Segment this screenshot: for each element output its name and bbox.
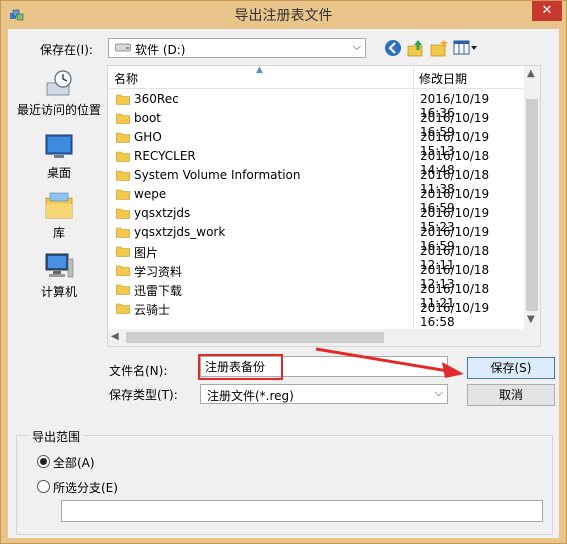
chevron-down-icon: ⌵ [352,40,361,53]
places-bar: 最近访问的位置 桌面 库 计算机 [12,65,106,331]
radio-all-label: 全部(A) [53,456,95,470]
scroll-left-icon[interactable]: ◀ [111,331,119,342]
file-name: boot [134,111,162,125]
folder-icon [116,151,130,162]
list-item[interactable]: GHO 2016/10/19 15:13 [108,128,526,158]
radio-all[interactable]: 全部(A) [37,454,95,471]
file-name: 360Rec [134,92,179,106]
drive-icon [115,43,131,52]
scroll-down-icon[interactable]: ▼ [527,314,535,325]
list-item[interactable]: yqsxtzjds 2016/10/19 15:23 [108,204,526,234]
list-item[interactable]: boot 2016/10/19 16:59 [108,109,526,139]
scroll-corner [524,329,540,346]
file-date: 2016/10/19 16:58 [420,301,490,329]
place-desktop[interactable]: 桌面 [12,132,106,181]
filetype-value: 注册文件(*.reg) [207,389,294,403]
file-rows: 360Rec 2016/10/19 16:36 boot 2016/10/19 16:… [108,90,526,329]
file-name: 图片 [134,246,159,260]
folder-icon [116,227,130,238]
save-in-dropdown[interactable]: 软件 (D:) ⌵ [108,38,366,58]
title-bar[interactable]: 导出注册表文件 ✕ [1,1,566,29]
list-item[interactable]: RECYCLER 2016/10/18 14:48 [108,147,526,177]
list-item[interactable]: 360Rec 2016/10/19 16:36 [108,90,526,120]
radio-branch-button[interactable] [37,480,50,493]
list-item[interactable]: wepe 2016/10/19 16:59 [108,185,526,215]
folder-icon [116,284,130,295]
folder-icon [116,189,130,200]
list-header: ▲ 名称 修改日期 [108,65,526,89]
back-icon[interactable] [383,38,403,58]
vertical-scrollbar[interactable]: ▲ ▼ [524,66,540,330]
list-item[interactable]: 云骑士 2016/10/19 16:58 [108,299,526,329]
file-name: 学习资料 [134,265,183,279]
folder-icon [116,94,130,105]
list-item[interactable]: 学习资料 2016/10/18 12:13 [108,261,526,291]
list-item[interactable]: 图片 2016/10/18 12:11 [108,242,526,272]
column-date-header[interactable]: 修改日期 [419,70,467,87]
highlight-box [198,354,283,380]
dialog-body: 保存在(I): 软件 (D:) ⌵ 最近访问的位置 桌面 库 计算机 ▲ 名称 … [8,29,559,538]
file-name: GHO [134,130,162,144]
radio-branch-label: 所选分支(E) [53,481,118,495]
folder-icon [116,265,130,276]
file-name: wepe [134,187,167,201]
radio-branch[interactable]: 所选分支(E) [37,479,118,496]
horizontal-scroll-thumb[interactable] [126,332,384,343]
scroll-up-icon[interactable]: ▲ [527,68,535,79]
list-item[interactable]: System Volume Information 2016/10/18 11:3… [108,166,526,196]
save-in-value: 软件 (D:) [135,43,186,57]
place-label: 库 [52,226,65,240]
desktop-icon [45,134,73,158]
place-label: 桌面 [46,166,71,180]
place-computer[interactable]: 计算机 [12,251,106,300]
close-button[interactable]: ✕ [532,1,562,21]
place-label: 最近访问的位置 [16,103,101,117]
place-label: 计算机 [40,285,77,299]
file-name: 云骑士 [134,303,171,317]
file-name: RECYCLER [134,149,196,163]
red-arrow-icon [315,347,464,378]
export-registry-dialog: 导出注册表文件 ✕ 保存在(I): 软件 (D:) ⌵ 最近访问的位置 桌面 库… [0,0,567,544]
column-name-header[interactable]: 名称 [114,70,138,87]
place-recent[interactable]: 最近访问的位置 [12,69,106,118]
up-folder-icon[interactable] [406,38,426,58]
folder-icon [116,170,130,181]
sort-ascending-icon: ▲ [256,65,263,75]
folder-icon [116,246,130,257]
export-range-group: 导出范围 全部(A) 所选分支(E) [16,428,553,535]
place-libraries[interactable]: 库 [12,190,106,241]
folder-icon [116,132,130,143]
filename-label: 文件名(N): [109,364,168,378]
branch-input[interactable] [61,500,543,522]
file-list: ▲ 名称 修改日期 360Rec 2016/10/19 16:36 boot 2016… [107,65,541,347]
window-title: 导出注册表文件 [234,8,333,24]
export-range-title: 导出范围 [29,428,84,445]
list-item[interactable]: yqsxtzjds_work 2016/10/19 16:59 [108,223,526,253]
list-item[interactable]: 迅雷下载 2016/10/18 11:21 [108,280,526,310]
file-name: yqsxtzjds_work [134,225,226,239]
save-button[interactable]: 保存(S) [467,357,555,379]
file-name: System Volume Information [134,168,301,182]
recent-places-icon [46,70,72,96]
computer-icon [45,253,74,278]
folder-icon [116,113,130,124]
folder-icon [116,303,130,314]
vertical-scroll-thumb[interactable] [526,99,538,311]
chevron-down-icon: ⌵ [434,386,443,399]
save-in-label: 保存在(I): [40,43,93,57]
radio-all-button[interactable] [37,455,50,468]
filetype-label: 保存类型(T): [109,388,178,402]
view-menu-icon[interactable] [452,38,478,58]
folder-icon [116,208,130,219]
filetype-dropdown[interactable]: 注册文件(*.reg) ⌵ [200,384,448,404]
cancel-button[interactable]: 取消 [467,384,555,406]
file-name: yqsxtzjds [134,206,191,220]
libraries-icon [45,192,73,219]
new-folder-icon[interactable] [429,38,449,58]
file-name: 迅雷下载 [134,284,183,298]
